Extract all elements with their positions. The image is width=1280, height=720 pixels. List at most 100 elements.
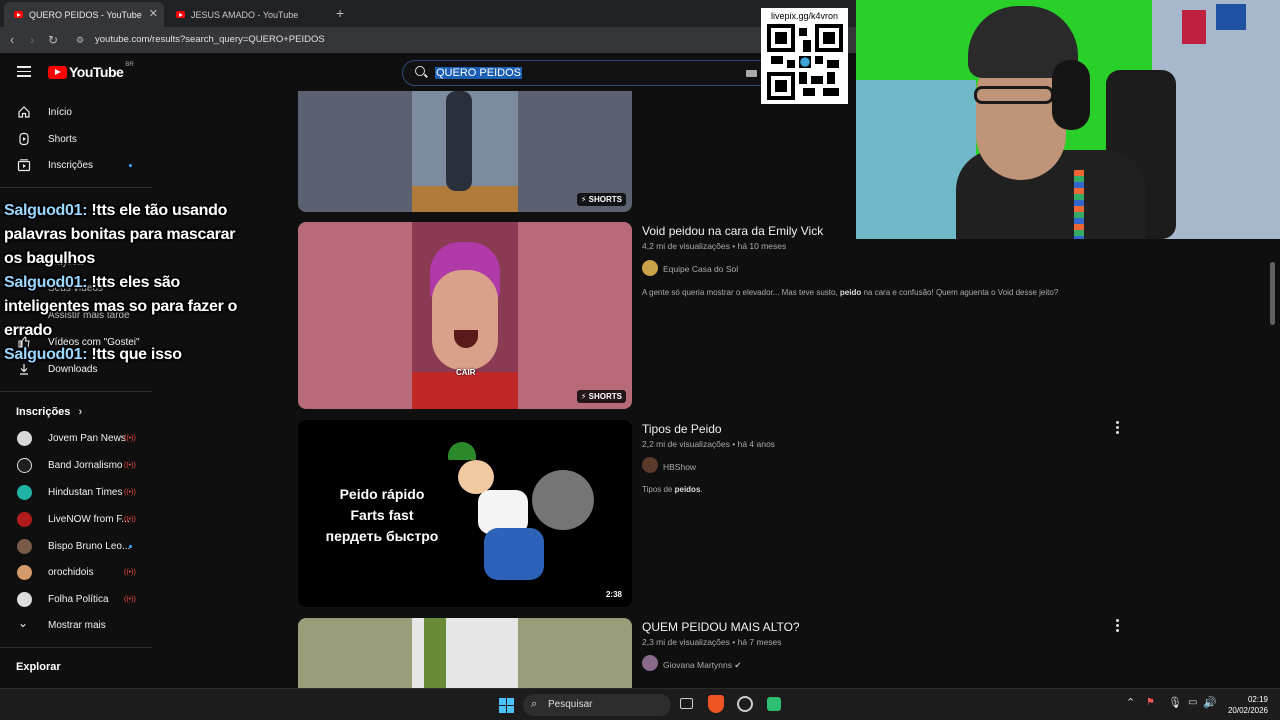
- more-options-icon[interactable]: [1116, 619, 1120, 634]
- browser-tab[interactable]: JESUS AMADO - YouTube: [166, 2, 326, 27]
- video-thumbnail[interactable]: Peido rápido Farts fast пердеть быстро 2…: [298, 420, 632, 607]
- windows-start-icon[interactable]: [499, 698, 514, 713]
- subscriptions-heading[interactable]: Inscrições ›: [16, 406, 82, 418]
- duration-badge: 2:38: [601, 588, 626, 601]
- show-more-button[interactable]: ⌄ Mostrar mais: [0, 613, 160, 637]
- live-icon: ((•)): [124, 515, 136, 523]
- poster: [1216, 4, 1246, 30]
- chat-message: Salguod01: !tts ele tão usando palavras …: [4, 202, 236, 267]
- task-view-icon[interactable]: [680, 698, 693, 709]
- live-icon: ((•)): [124, 595, 136, 603]
- youtube-favicon-icon: [14, 11, 23, 18]
- url-field[interactable]: youtube.com/results?search_query=QUERO+P…: [95, 34, 325, 45]
- divider: [0, 391, 152, 392]
- qr-code: [767, 24, 843, 100]
- volume-icon[interactable]: 🔊: [1203, 696, 1217, 709]
- clock[interactable]: 02:19 20/02/2026: [1228, 694, 1268, 716]
- brave-browser-icon[interactable]: [708, 695, 724, 713]
- video-title[interactable]: Tipos de Peido: [642, 422, 722, 436]
- channel-avatar: [17, 430, 32, 446]
- microphone-icon[interactable]: 🎙: [1168, 696, 1182, 709]
- chevron-right-icon: ›: [78, 406, 83, 418]
- sidebar-item-channel[interactable]: LiveNOW from F... ((•)): [0, 507, 160, 531]
- video-title[interactable]: Void peidou na cara da Emily Vick: [642, 224, 823, 238]
- thumbnail-text: Peido rápido Farts fast пердеть быстро: [325, 486, 439, 544]
- video-meta: 2,2 mi de visualizações • há 4 anos: [642, 439, 775, 449]
- channel-avatar: [17, 484, 32, 500]
- app-icon[interactable]: [737, 696, 753, 712]
- cartoon-face: [458, 460, 494, 494]
- channel-name[interactable]: Equipe Casa do Sol: [663, 264, 738, 274]
- site-settings-icon[interactable]: ⚙: [76, 35, 84, 46]
- close-tab-icon[interactable]: ✕: [149, 7, 158, 20]
- channel-avatar[interactable]: [642, 655, 658, 671]
- sidebar-item-subscriptions[interactable]: Inscrições: [0, 153, 160, 177]
- divider: [0, 187, 152, 188]
- donation-qr-overlay: livepix.gg/k4vron: [761, 8, 848, 104]
- reload-icon[interactable]: ↻: [48, 33, 58, 47]
- channel-name[interactable]: HBShow: [663, 462, 696, 472]
- browser-tab-active[interactable]: QUERO PEIDOS - YouTube ✕: [4, 2, 164, 27]
- sidebar-item-channel[interactable]: Hindustan Times ((•)): [0, 480, 160, 504]
- home-icon: [18, 106, 30, 118]
- stream-chat-overlay: Salguod01: !tts ele tão usando palavras …: [4, 199, 254, 367]
- video-thumbnail[interactable]: [298, 618, 632, 688]
- channel-avatar: [17, 538, 32, 554]
- poster: [1182, 10, 1206, 44]
- subscriptions-icon: [17, 159, 31, 172]
- divider: [0, 647, 152, 648]
- forward-icon[interactable]: ›: [30, 32, 34, 47]
- tab-title: JESUS AMADO - YouTube: [191, 9, 299, 20]
- sidebar-item-channel[interactable]: Band Jornalismo ((•)): [0, 453, 160, 477]
- search-icon: ⌕: [531, 698, 538, 710]
- keyboard-icon[interactable]: [746, 70, 757, 77]
- glasses: [974, 86, 1054, 104]
- video-thumbnail[interactable]: ⚡ SHORTS: [298, 91, 632, 212]
- tray-app-icon[interactable]: ⚑: [1146, 697, 1155, 708]
- tab-title: QUERO PEIDOS - YouTube: [29, 9, 142, 20]
- video-thumbnail[interactable]: CAIR ⚡ SHORTS: [298, 222, 632, 409]
- back-icon[interactable]: ‹: [10, 32, 14, 47]
- channel-avatar: [17, 591, 32, 607]
- channel-name[interactable]: Giovana Martynns ✔: [663, 660, 741, 671]
- scrollbar[interactable]: [1270, 262, 1275, 325]
- menu-icon[interactable]: [17, 66, 31, 77]
- sidebar-item-channel[interactable]: Jovem Pan News ((•)): [0, 426, 160, 450]
- live-icon: ((•)): [124, 461, 136, 469]
- live-icon: ((•)): [124, 488, 136, 496]
- face: [432, 270, 498, 370]
- new-tab-button[interactable]: +: [336, 5, 344, 21]
- sidebar-item-home[interactable]: Início: [0, 100, 160, 124]
- channel-avatar[interactable]: [642, 260, 658, 276]
- sidebar-item-channel[interactable]: Folha Política ((•)): [0, 587, 160, 611]
- search-icon: [415, 66, 425, 76]
- app-icon[interactable]: [767, 697, 781, 711]
- shorts-icon: [19, 132, 29, 146]
- channel-avatar[interactable]: [642, 457, 658, 473]
- live-icon: ((•)): [124, 568, 136, 576]
- more-options-icon[interactable]: [1116, 421, 1120, 436]
- taskbar-search[interactable]: ⌕ Pesquisar: [523, 694, 671, 716]
- explore-heading: Explorar: [16, 661, 61, 673]
- youtube-logo[interactable]: YouTube BR: [48, 62, 134, 80]
- shorts-badge: ⚡ SHORTS: [576, 193, 626, 206]
- video-meta: 4,2 mi de visualizações • há 10 meses: [642, 241, 787, 251]
- sidebar-item-shorts[interactable]: Shorts: [0, 127, 160, 151]
- search-input[interactable]: QUERO PEIDOS: [402, 60, 802, 86]
- shorts-badge: ⚡ SHORTS: [576, 390, 626, 403]
- verified-icon: ✔: [734, 660, 742, 670]
- video-title[interactable]: QUEM PEIDOU MAIS ALTO?: [642, 620, 800, 634]
- sidebar-item-channel[interactable]: orochidois ((•)): [0, 560, 160, 584]
- lanyard: [1074, 170, 1084, 239]
- video-meta: 2,3 mi de visualizações • há 7 meses: [642, 637, 782, 647]
- youtube-play-icon: [48, 65, 67, 79]
- network-icon[interactable]: ▭: [1188, 697, 1197, 708]
- sidebar: Início Shorts Inscrições Playlists Seus …: [0, 91, 160, 688]
- live-icon: ((•)): [124, 434, 136, 442]
- video-description: A gente só queria mostrar o elevador... …: [642, 288, 1059, 297]
- webcam-overlay: [856, 0, 1280, 239]
- sidebar-item-channel[interactable]: Bispo Bruno Leo...: [0, 534, 160, 558]
- chevron-up-icon[interactable]: ⌃: [1126, 696, 1135, 709]
- cartoon-cap: [448, 442, 476, 460]
- qr-label: livepix.gg/k4vron: [770, 11, 839, 21]
